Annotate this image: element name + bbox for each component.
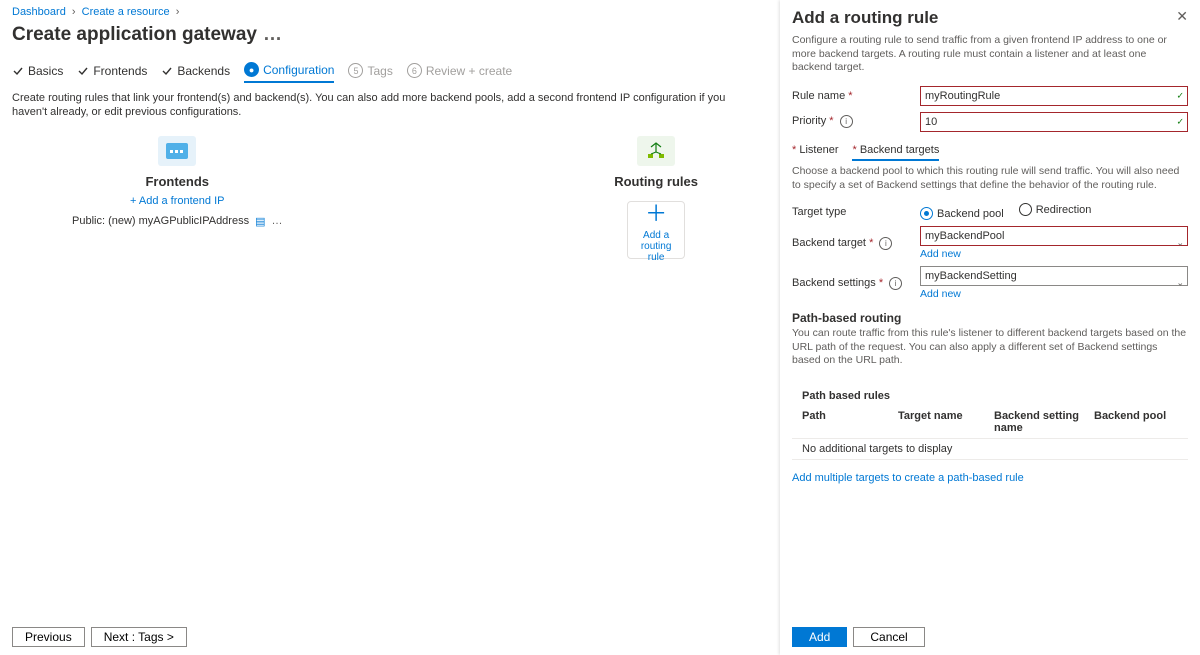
col-path: Path [802, 410, 898, 434]
path-rules-title: Path based rules [792, 386, 1188, 406]
tab-listener[interactable]: * Listener [792, 141, 838, 161]
previous-button[interactable]: Previous [12, 627, 85, 647]
step-number-icon: 6 [407, 63, 422, 78]
backend-target-select[interactable]: myBackendPool [920, 226, 1188, 246]
crumb-dashboard[interactable]: Dashboard [12, 6, 66, 18]
chevron-down-icon: ⌄ [1176, 238, 1184, 249]
backend-targets-desc: Choose a backend pool to which this rout… [792, 165, 1188, 192]
tab-review[interactable]: 6 Review + create [407, 58, 512, 83]
path-routing-desc: You can route traffic from this rule's l… [792, 327, 1188, 368]
step-number-icon: 5 [348, 63, 363, 78]
col-backend-pool: Backend pool [1094, 410, 1178, 434]
routing-rule-panel: Add a routing rule ✕ Configure a routing… [780, 0, 1200, 655]
routing-rules-heading: Routing rules [614, 174, 698, 189]
next-button[interactable]: Next : Tags > [91, 627, 187, 647]
tab-backend-targets[interactable]: * Backend targets [852, 141, 939, 161]
rule-name-label: Rule name [792, 90, 845, 102]
target-type-label: Target type [792, 206, 920, 218]
row-more-icon[interactable]: … [272, 215, 283, 227]
plus-icon: ＋ [645, 196, 667, 228]
rule-name-input[interactable]: myRoutingRule [920, 86, 1188, 106]
cancel-button[interactable]: Cancel [853, 627, 924, 647]
radio-redirection[interactable]: Redirection [1019, 203, 1092, 216]
info-icon[interactable]: i [840, 115, 853, 128]
add-routing-rule-tile[interactable]: ＋ Add a routing rule [627, 201, 685, 259]
info-icon[interactable]: i [879, 237, 892, 250]
table-row-empty: No additional targets to display [792, 438, 1188, 460]
panel-description: Configure a routing rule to send traffic… [792, 28, 1188, 83]
col-backend-setting: Backend setting name [994, 410, 1094, 434]
close-icon[interactable]: ✕ [1176, 8, 1188, 25]
frontends-icon [158, 136, 196, 166]
frontends-heading: Frontends [145, 174, 209, 189]
tab-backends[interactable]: Backends [161, 58, 230, 83]
tab-configuration[interactable]: ● Configuration [244, 58, 334, 83]
path-rules-table: Path based rules Path Target name Backen… [792, 386, 1188, 460]
routing-rules-column: Routing rules ＋ Add a routing rule [614, 136, 698, 259]
main-area: Dashboard › Create a resource › Create a… [0, 0, 770, 655]
backend-target-add-new[interactable]: Add new [920, 248, 1188, 260]
panel-title: Add a routing rule [792, 8, 938, 28]
backend-settings-select[interactable]: myBackendSetting [920, 266, 1188, 286]
more-icon[interactable]: … [257, 24, 282, 45]
routing-rules-icon [637, 136, 675, 166]
active-step-icon: ● [244, 62, 259, 77]
add-multiple-targets-link[interactable]: Add multiple targets to create a path-ba… [792, 472, 1188, 484]
crumb-sep-icon: › [69, 6, 79, 18]
check-icon: ✓ [1176, 116, 1184, 127]
tab-frontends[interactable]: Frontends [77, 58, 147, 83]
step-tabs: Basics Frontends Backends ● Configuratio… [12, 58, 758, 83]
tab-basics[interactable]: Basics [12, 58, 63, 83]
add-routing-rule-label: Add a routing rule [628, 230, 684, 263]
backend-target-label: Backend target [792, 237, 866, 249]
config-hint: Create routing rules that link your fron… [12, 83, 758, 136]
chevron-down-icon: ⌄ [1176, 278, 1184, 289]
path-routing-heading: Path-based routing [792, 311, 1188, 325]
backend-settings-add-new[interactable]: Add new [920, 288, 1188, 300]
backend-settings-label: Backend settings [792, 277, 876, 289]
breadcrumb: Dashboard › Create a resource › [12, 6, 758, 20]
crumb-sep-icon: › [173, 6, 183, 18]
priority-input[interactable]: 10 [920, 112, 1188, 132]
edit-icon[interactable]: ▤ [255, 215, 265, 228]
add-button[interactable]: Add [792, 627, 847, 647]
check-icon: ✓ [1176, 90, 1184, 101]
add-frontend-ip-link[interactable]: + Add a frontend IP [130, 195, 225, 207]
frontends-column: Frontends + Add a frontend IP Public: (n… [72, 136, 283, 228]
col-target-name: Target name [898, 410, 994, 434]
crumb-create-resource[interactable]: Create a resource [82, 6, 170, 18]
frontend-ip-value: Public: (new) myAGPublicIPAddress [72, 215, 249, 227]
tab-tags[interactable]: 5 Tags [348, 58, 392, 83]
info-icon[interactable]: i [889, 277, 902, 290]
priority-label: Priority [792, 115, 826, 127]
radio-backend-pool[interactable]: Backend pool [920, 207, 1004, 220]
page-title: Create application gateway… [12, 20, 758, 52]
